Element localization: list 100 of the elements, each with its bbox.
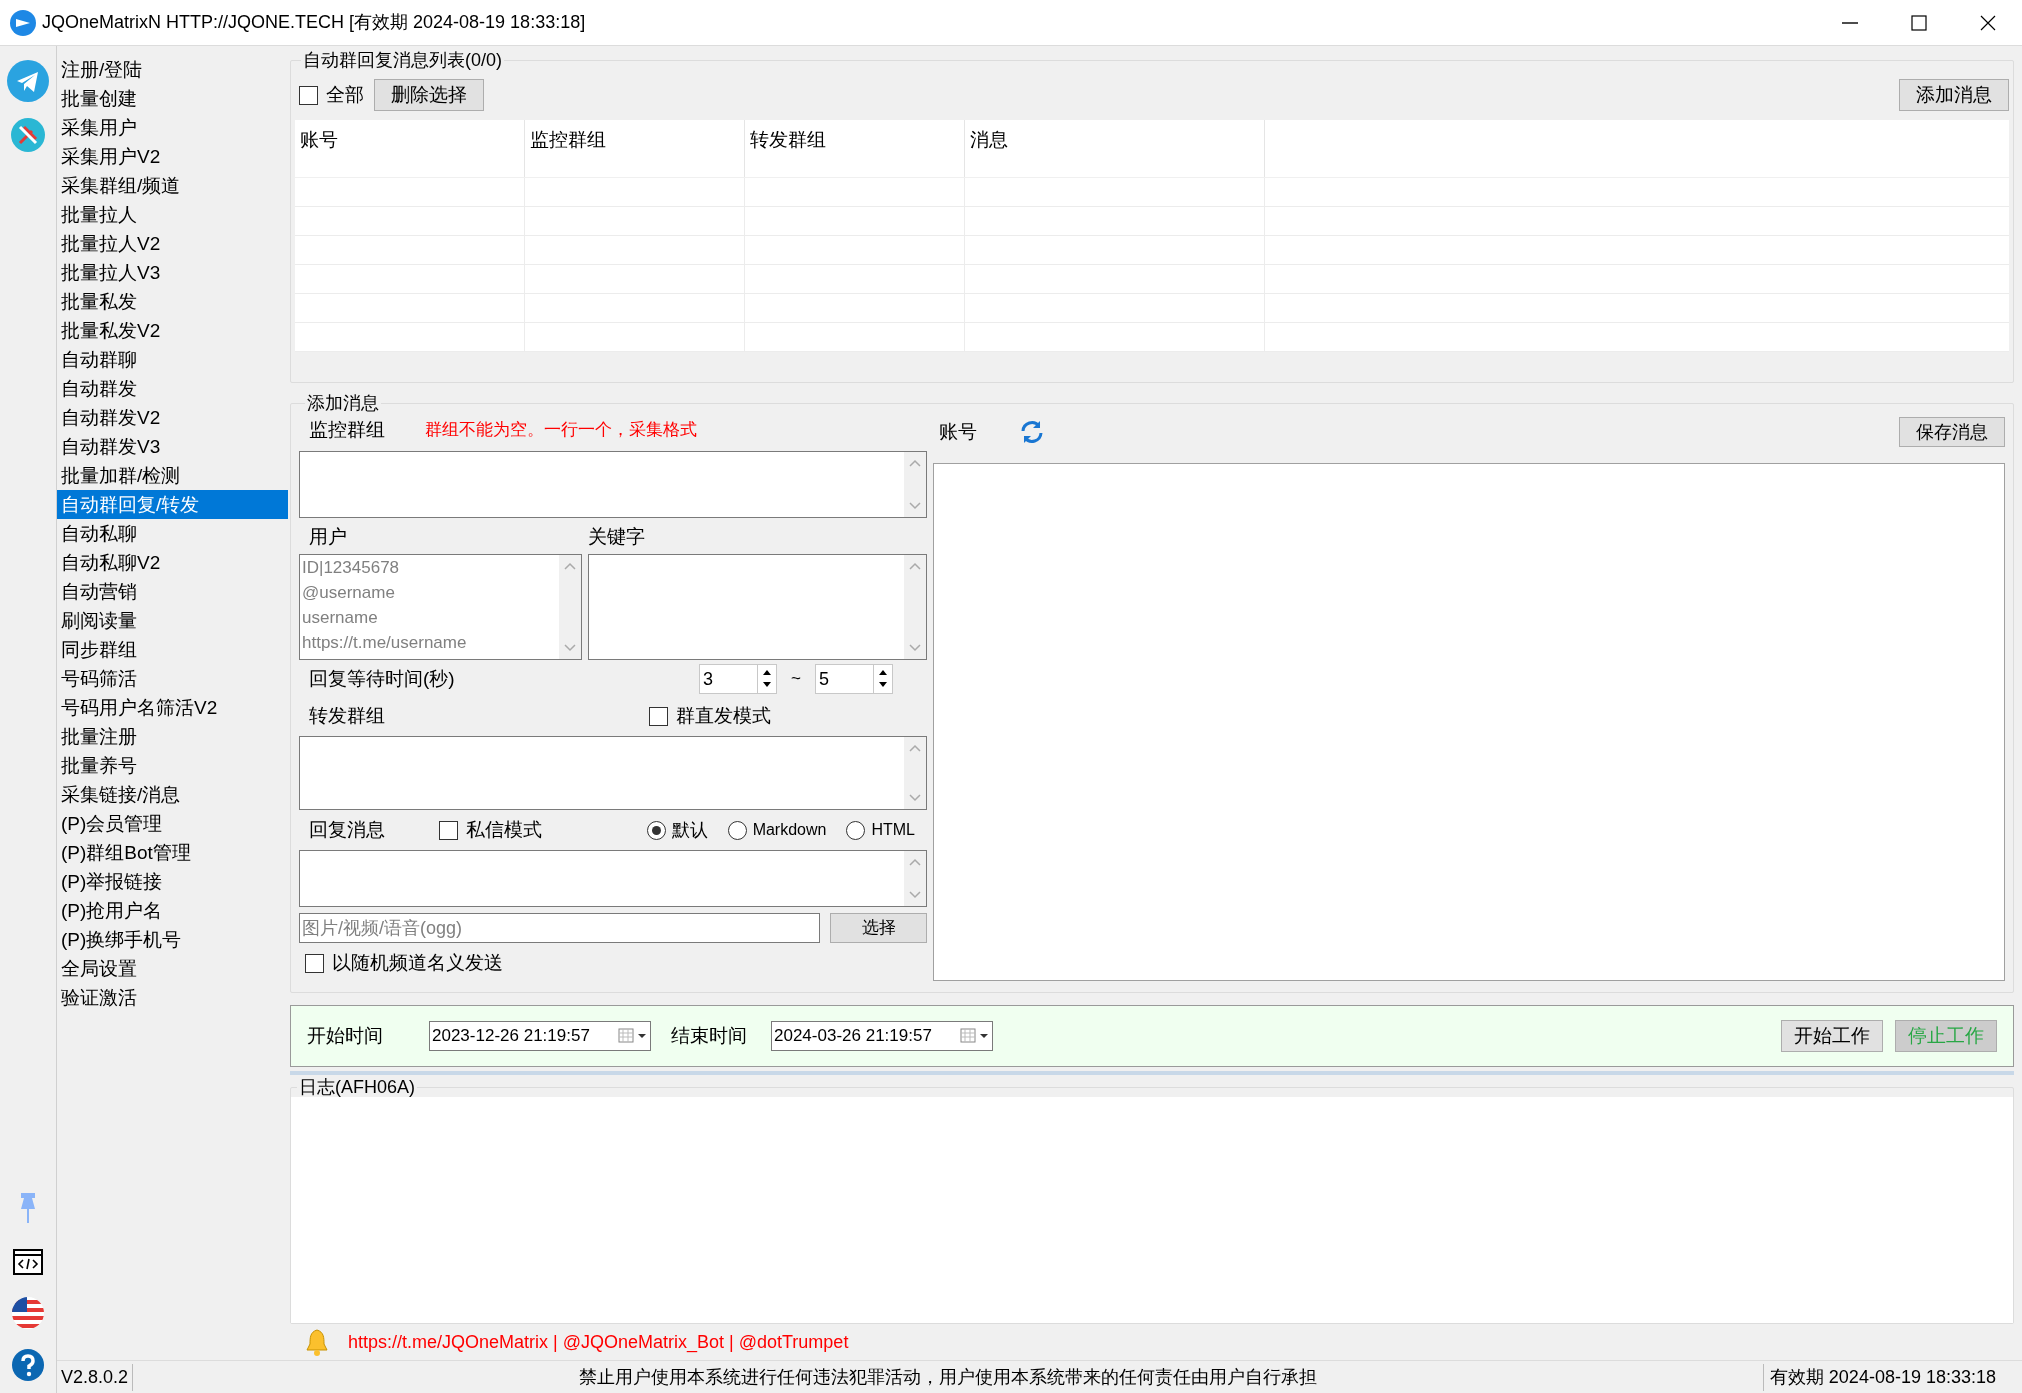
app-logo-icon [10, 9, 36, 36]
keywords-field[interactable] [588, 554, 927, 660]
field-label: 关键字 [588, 524, 645, 549]
scrollbar[interactable] [559, 555, 581, 659]
sidebar-item[interactable]: (P)举报链接 [57, 867, 288, 896]
sidebar-item[interactable]: 刷阅读量 [57, 606, 288, 635]
sidebar-item[interactable]: (P)换绑手机号 [57, 925, 288, 954]
radio-button[interactable] [646, 820, 666, 840]
choose-file-button[interactable]: 选择 [830, 913, 927, 943]
radio-button[interactable] [846, 820, 866, 840]
sidebar-item[interactable]: 号码用户名筛活V2 [57, 693, 288, 722]
checkbox[interactable] [649, 706, 668, 726]
sidebar-item[interactable]: (P)抢用户名 [57, 896, 288, 925]
code-window-icon [13, 1249, 43, 1275]
sidebar-item[interactable]: 自动群发V2 [57, 403, 288, 432]
window-title: JQOneMatrixN HTTP://JQONE.TECH [有效期 2024-08-19 18:33:18] [42, 11, 586, 34]
field-label: 监控群组 [309, 417, 385, 442]
scroll-up-icon [908, 561, 922, 571]
sidebar-item[interactable]: 批量私发V2 [57, 316, 288, 345]
sidebar-item[interactable]: (P)群组Bot管理 [57, 838, 288, 867]
refresh-icon [1019, 419, 1045, 445]
field-label: 结束时间 [671, 1023, 748, 1048]
sidebar-item[interactable]: 自动私聊 [57, 519, 288, 548]
us-flag-icon [12, 1297, 44, 1329]
paper-plane-icon [7, 60, 49, 102]
sidebar-item[interactable]: 采集用户V2 [57, 142, 288, 171]
delete-selected-button[interactable]: 删除选择 [374, 79, 484, 111]
scroll-down-icon [908, 643, 922, 653]
sidebar-item[interactable]: 号码筛活 [57, 664, 288, 693]
sidebar-item[interactable]: 同步群组 [57, 635, 288, 664]
checkbox[interactable] [299, 85, 318, 105]
checkbox[interactable] [439, 820, 458, 840]
close-icon [1979, 14, 1996, 31]
field-label: 转发群组 [309, 703, 386, 728]
scrollbar[interactable] [904, 452, 926, 517]
disclaimer-text: 禁止用户使用本系统进行任何违法犯罪活动，用户使用本系统带来的任何责任由用户自行承担 [577, 1365, 1318, 1389]
sidebar-item[interactable]: 采集用户 [57, 113, 288, 142]
scroll-down-icon [908, 793, 922, 803]
sidebar-item[interactable]: 验证激活 [57, 983, 288, 1012]
sidebar-item[interactable]: 全局设置 [57, 954, 288, 983]
column-header: 监控群组 [525, 120, 745, 177]
sidebar-item[interactable]: 批量拉人 [57, 200, 288, 229]
start-work-button[interactable]: 开始工作 [1781, 1020, 1883, 1052]
sidebar-item[interactable]: 自动群发 [57, 374, 288, 403]
users-field[interactable]: ID|12345678 @username username https://t.me/username [299, 554, 582, 660]
minimize-icon [1841, 21, 1858, 24]
contact-links[interactable]: https://t.me/JQOneMatrix | @JQOneMatrix_Bot | @dotTrumpet [348, 1328, 849, 1356]
sidebar-item[interactable]: (P)会员管理 [57, 809, 288, 838]
radio-label: 默认 [671, 818, 708, 842]
spin-buttons[interactable] [757, 664, 778, 694]
sidebar-item[interactable]: 批量加群/检测 [57, 461, 288, 490]
sidebar-item[interactable]: 自动营销 [57, 577, 288, 606]
version-text: V2.8.0.2 [57, 1363, 134, 1391]
date-picker[interactable]: 2023-12-26 21:19:57 [429, 1021, 651, 1051]
sidebar-item[interactable]: 批量注册 [57, 722, 288, 751]
scrollbar[interactable] [904, 851, 926, 906]
checkbox-label: 以随机频道名义发送 [332, 950, 503, 975]
media-path-field[interactable]: 图片/视频/语音(ogg) [299, 913, 820, 943]
reply-message-field[interactable] [299, 850, 927, 907]
number-field[interactable]: 5 [815, 664, 873, 694]
radio-button[interactable] [727, 820, 747, 840]
field-label: 开始时间 [307, 1023, 384, 1048]
checkbox[interactable] [305, 953, 324, 973]
scroll-down-icon [908, 501, 922, 511]
field-label: 回复等待时间(秒) [309, 666, 455, 691]
scrollbar[interactable] [904, 737, 926, 809]
column-header: 账号 [295, 120, 525, 177]
sidebar-item[interactable]: 批量私发 [57, 287, 288, 316]
scroll-up-icon [908, 857, 922, 867]
radio-label: HTML [871, 820, 915, 840]
sidebar-item[interactable]: 采集链接/消息 [57, 780, 288, 809]
sidebar-item[interactable]: 自动群聊 [57, 345, 288, 374]
sidebar-item[interactable]: 采集群组/频道 [57, 171, 288, 200]
hint-text: 群组不能为空。一行一个，采集格式 [425, 419, 697, 442]
range-separator: ~ [791, 668, 801, 691]
sidebar-item[interactable]: 注册/登陆 [57, 55, 288, 84]
sidebar-item[interactable]: 批量拉人V3 [57, 258, 288, 287]
forward-groups-field[interactable] [299, 736, 927, 810]
monitor-groups-field[interactable] [299, 451, 927, 518]
checkbox-label: 群直发模式 [676, 703, 771, 728]
add-message-button[interactable]: 添加消息 [1899, 79, 2009, 111]
date-picker[interactable]: 2024-03-26 21:19:57 [771, 1021, 993, 1051]
sidebar-item[interactable]: 自动私聊V2 [57, 548, 288, 577]
help-icon [12, 1349, 44, 1381]
sidebar-item[interactable]: 自动群回复/转发 [57, 490, 288, 519]
sidebar-item[interactable]: 自动群发V3 [57, 432, 288, 461]
checkbox-label: 全部 [326, 82, 364, 107]
bell-icon [304, 1328, 330, 1356]
save-message-button[interactable]: 保存消息 [1899, 417, 2005, 447]
number-field[interactable]: 3 [699, 664, 758, 694]
sidebar-item[interactable]: 批量养号 [57, 751, 288, 780]
scrollbar[interactable] [904, 555, 926, 659]
calendar-dropdown-icon [618, 1027, 648, 1045]
sidebar-item[interactable]: 批量创建 [57, 84, 288, 113]
scroll-up-icon [563, 561, 577, 571]
maximize-icon [1910, 14, 1927, 31]
column-header: 转发群组 [745, 120, 965, 177]
spin-buttons[interactable] [873, 664, 893, 694]
scroll-down-icon [563, 643, 577, 653]
sidebar-item[interactable]: 批量拉人V2 [57, 229, 288, 258]
